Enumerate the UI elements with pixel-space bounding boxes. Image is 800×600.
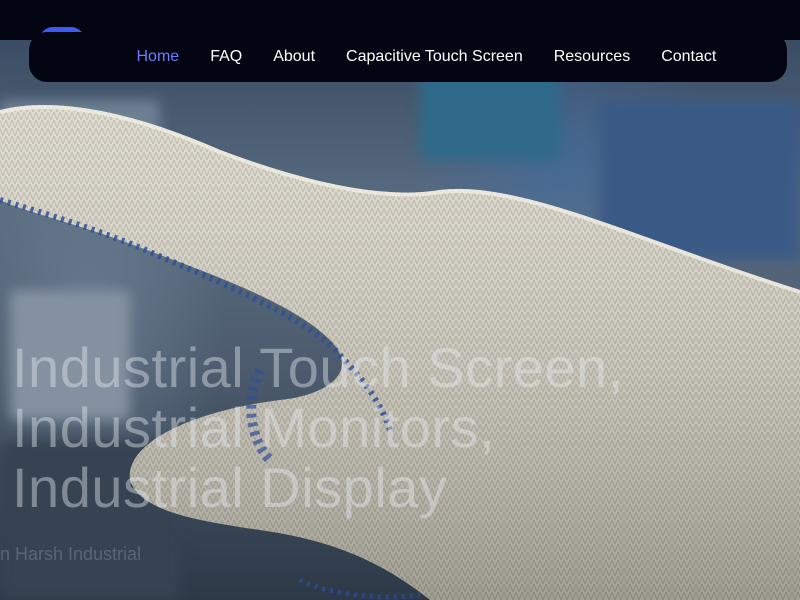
nav-item-home[interactable]: Home (137, 48, 180, 66)
hero-headline-line: Industrial Display (12, 456, 448, 519)
hero-headline-line: Industrial Touch Screen, (12, 336, 624, 399)
hero-section: Industrial Touch Screen, Industrial Moni… (0, 40, 800, 600)
nav-item-about[interactable]: About (273, 48, 315, 66)
main-navigation: Home FAQ About Capacitive Touch Screen R… (29, 32, 787, 82)
nav-item-faq[interactable]: FAQ (210, 48, 242, 66)
hero-headline: Industrial Touch Screen, Industrial Moni… (12, 338, 624, 518)
nav-item-resources[interactable]: Resources (554, 48, 630, 66)
nav-menu: Home FAQ About Capacitive Touch Screen R… (121, 32, 732, 82)
hero-subline: in Harsh Industrial (0, 544, 142, 564)
nav-item-contact[interactable]: Contact (661, 48, 716, 66)
page: Industrial Touch Screen, Industrial Moni… (0, 0, 800, 600)
hero-headline-line: Industrial Monitors, (12, 396, 496, 459)
nav-item-capacitive-touch-screen[interactable]: Capacitive Touch Screen (346, 48, 523, 66)
